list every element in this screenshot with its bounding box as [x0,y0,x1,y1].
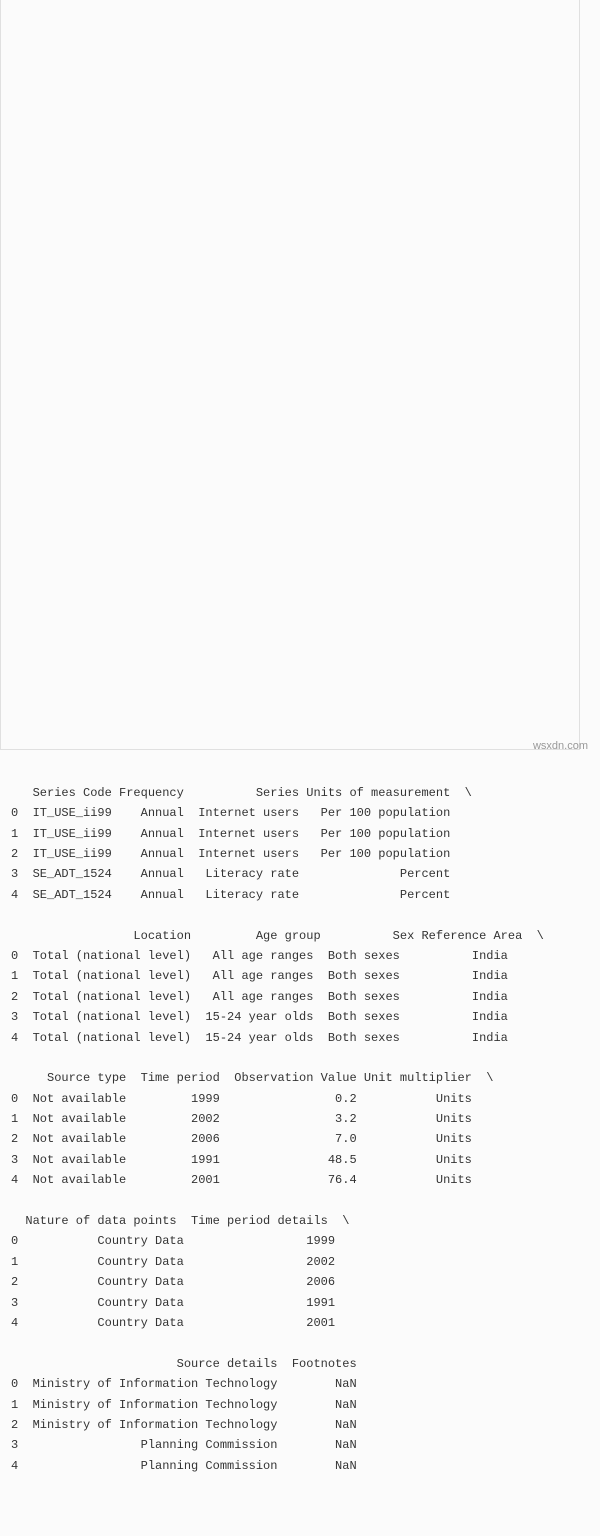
dataframe-output: Series Code Frequency Series Units of me… [11,783,569,1476]
watermark: wsxdn.com [533,737,588,756]
